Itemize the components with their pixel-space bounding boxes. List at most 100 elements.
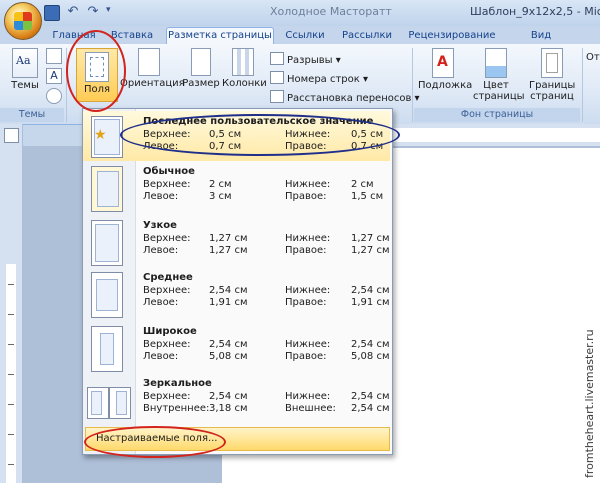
top-value: 2,54 см [209, 339, 248, 350]
bottom-value: 1,27 см [351, 233, 390, 244]
bottom-value: 0,5 см [351, 129, 384, 140]
ruler-white-area [392, 128, 600, 142]
outside-label: Внешнее: [285, 403, 336, 414]
preset-name: Зеркальное [143, 378, 212, 389]
margin-preset-moderate[interactable]: Среднее Верхнее: 2,54 см Нижнее: 2,54 см Ле… [83, 269, 390, 323]
margins-dropdown: ★ Последнее пользовательское значение Ве… [82, 108, 393, 455]
ruler-tick [8, 314, 14, 315]
line-numbers-icon [270, 71, 284, 84]
tab-mailings[interactable]: Рассылки [336, 28, 398, 44]
line-numbers-label: Номера строк [287, 74, 360, 85]
page-borders-icon [541, 48, 563, 78]
margins-icon [85, 52, 109, 82]
bottom-value: 2,54 см [351, 285, 390, 296]
margin-preset-mirrored[interactable]: Зеркальное Верхнее: 2,54 см Нижнее: 2,54 см… [83, 375, 390, 429]
ruler-tick [8, 434, 14, 435]
page-margins-icon [91, 166, 123, 212]
watermark-icon: A [432, 48, 454, 78]
custom-margins-button[interactable]: Настраиваемые поля... [85, 427, 390, 451]
themes-label: Темы [11, 80, 39, 91]
left-value: 1,27 см [209, 245, 248, 256]
right-value: 1,91 см [351, 297, 390, 308]
left-value: 5,08 см [209, 351, 248, 362]
site-watermark: fromtheheart.livemaster.ru [583, 329, 596, 478]
right-value: 5,08 см [351, 351, 390, 362]
redo-icon[interactable]: ↷ [86, 5, 100, 19]
top-value: 2,54 см [209, 391, 248, 402]
page-margins-icon: ★ [91, 116, 123, 158]
hyphenation-button[interactable]: Расстановка переносов ▾ [270, 90, 420, 104]
group-divider [412, 48, 413, 122]
star-icon: ★ [94, 127, 107, 143]
ribbon-tabs: Главная Вставка Разметка страницы Ссылки… [0, 26, 600, 45]
top-label: Верхнее: [143, 339, 191, 350]
office-button[interactable] [4, 2, 42, 40]
size-button[interactable]: Размер [182, 48, 220, 89]
tab-insert[interactable]: Вставка [104, 28, 160, 44]
left-label: Левое: [143, 141, 179, 152]
margin-preset-last-custom[interactable]: ★ Последнее пользовательское значение Ве… [83, 111, 390, 161]
preset-name: Среднее [143, 272, 193, 283]
tab-selector-icon[interactable] [4, 128, 19, 143]
undo-icon[interactable]: ↶ [66, 5, 80, 19]
themes-group-label: Темы [0, 108, 64, 122]
inside-value: 3,18 см [209, 403, 248, 414]
bottom-label: Нижнее: [285, 391, 331, 402]
tab-home[interactable]: Главная [48, 28, 100, 44]
group-divider [66, 48, 67, 122]
bottom-label: Нижнее: [285, 233, 331, 244]
tab-references[interactable]: Ссылки [278, 28, 332, 44]
tab-page-layout[interactable]: Разметка страницы [166, 27, 274, 45]
title-bar: ↶ ↷ ▾ Холодное Масторатт Шаблон_9x12x2,5… [0, 0, 600, 27]
bottom-label: Нижнее: [285, 179, 331, 190]
margin-preset-narrow[interactable]: Узкое Верхнее: 1,27 см Нижнее: 1,27 см Лево… [83, 217, 390, 271]
watermark-button[interactable]: A Подложка [418, 48, 473, 91]
page-borders-button[interactable]: Границы страниц [526, 48, 578, 102]
title-fragment: Холодное Масторатт [270, 5, 392, 18]
quick-access-toolbar: ↶ ↷ ▾ [44, 5, 120, 21]
orientation-button[interactable]: Ориентация [120, 48, 185, 89]
bottom-value: 2 см [351, 179, 374, 190]
line-numbers-button[interactable]: Номера строк ▾ [270, 71, 368, 85]
right-value: 0,7 см [351, 141, 384, 152]
qat-customize-icon[interactable]: ▾ [106, 5, 120, 19]
page-left-icon [87, 387, 109, 419]
page-background-group-label: Фон страницы [414, 108, 580, 122]
breaks-icon [270, 52, 284, 65]
watermark-label: Подложка [418, 80, 473, 91]
columns-button[interactable]: Колонки [222, 48, 267, 89]
indent-label: Отс [586, 52, 600, 63]
hyphenation-icon [270, 90, 284, 103]
margin-preset-wide[interactable]: Широкое Верхнее: 2,54 см Нижнее: 2,54 см Ле… [83, 323, 390, 377]
preset-name: Последнее пользовательское значение [143, 116, 374, 127]
page-margins-icon [91, 326, 123, 372]
custom-margins-label: Настраиваемые поля... [96, 433, 218, 444]
bottom-value: 2,54 см [351, 339, 390, 350]
hyphenation-label: Расстановка переносов [287, 93, 412, 104]
right-label: Правое: [285, 297, 327, 308]
right-label: Правое: [285, 245, 327, 256]
left-label: Левое: [143, 245, 179, 256]
top-value: 2 см [209, 179, 232, 190]
bottom-label: Нижнее: [285, 285, 331, 296]
breaks-button[interactable]: Разрывы ▾ [270, 52, 341, 66]
page-color-button[interactable]: Цвет страницы [470, 48, 525, 102]
theme-effects-icon[interactable] [46, 88, 62, 104]
columns-label: Колонки [222, 78, 267, 89]
save-icon[interactable] [44, 5, 60, 21]
size-label: Размер [182, 78, 220, 89]
margins-button[interactable]: Поля [76, 48, 118, 102]
tab-view[interactable]: Вид [524, 28, 558, 44]
tab-review[interactable]: Рецензирование [404, 28, 500, 44]
theme-fonts-icon[interactable]: A [46, 68, 62, 84]
left-label: Левое: [143, 297, 179, 308]
top-label: Верхнее: [143, 129, 191, 140]
themes-button[interactable]: Aa Темы [8, 48, 42, 91]
left-value: 3 см [209, 191, 232, 202]
top-label: Верхнее: [143, 179, 191, 190]
ruler-tick [8, 404, 14, 405]
theme-colors-icon[interactable] [46, 48, 62, 64]
margin-preset-normal[interactable]: Обычное Верхнее: 2 см Нижнее: 2 см Левое: 3 … [83, 163, 390, 217]
page-borders-label: Границы страниц [529, 80, 576, 102]
orientation-icon [138, 48, 160, 76]
